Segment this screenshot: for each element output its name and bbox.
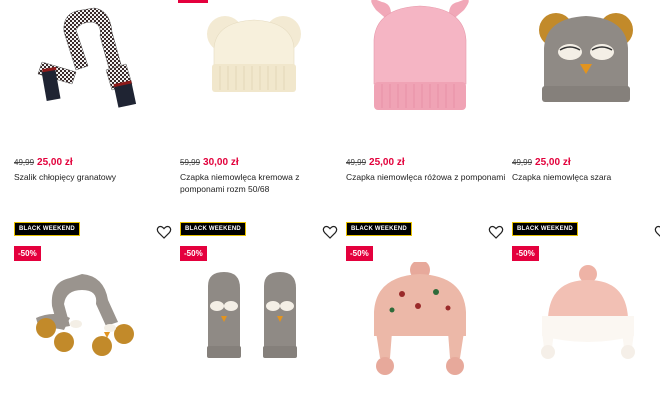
cream-hat-icon[interactable]	[180, 0, 330, 120]
discount-badge: -50%	[14, 246, 41, 261]
product-card[interactable]: BLACK WEEKEND -50%	[512, 222, 660, 400]
price: 59,99 30,00 zł	[180, 157, 239, 168]
black-weekend-badge: BLACK WEEKEND	[346, 222, 412, 236]
sale-price: 25,00 zł	[369, 157, 405, 168]
pink-white-hat-icon[interactable]	[512, 262, 660, 382]
discount-badge: -50%	[180, 246, 207, 261]
black-weekend-badge: BLACK WEEKEND	[14, 222, 80, 236]
owl-scarf-icon[interactable]	[14, 262, 164, 382]
sale-price: 25,00 zł	[37, 157, 73, 168]
black-weekend-badge: BLACK WEEKEND	[512, 222, 578, 236]
product-card[interactable]: 49,99 25,00 zł Szalik chłopięcy granatowy	[14, 0, 208, 200]
heart-icon[interactable]	[322, 224, 338, 240]
old-price: 49,99	[346, 158, 367, 167]
price: 49,99 25,00 zł	[346, 157, 405, 168]
owl-mittens-icon[interactable]	[180, 262, 330, 382]
black-weekend-badge: BLACK WEEKEND	[180, 222, 246, 236]
pink-earflap-hat-icon[interactable]	[346, 262, 496, 382]
discount-badge: -50%	[346, 246, 373, 261]
discount-badge: -50%	[512, 246, 539, 261]
heart-icon[interactable]	[488, 224, 504, 240]
old-price: 49,99	[14, 158, 35, 167]
pink-hat-icon[interactable]	[346, 0, 496, 120]
price: 49,99 25,00 zł	[512, 157, 571, 168]
heart-icon[interactable]	[654, 224, 660, 240]
product-card[interactable]: BLACK WEEKEND -50%	[180, 222, 338, 400]
product-card[interactable]: 59,99 30,00 zł Czapka niemowlęca kremowa …	[180, 0, 330, 200]
price: 49,99 25,00 zł	[14, 157, 73, 168]
product-name[interactable]: Szalik chłopięcy granatowy	[14, 171, 174, 183]
product-name[interactable]: Czapka niemowlęca szara	[512, 171, 660, 183]
sale-price: 25,00 zł	[535, 157, 571, 168]
old-price: 59,99	[180, 158, 201, 167]
scarf-icon[interactable]	[14, 0, 164, 120]
owl-hat-icon[interactable]	[512, 0, 660, 120]
sale-price: 30,00 zł	[203, 157, 239, 168]
product-card[interactable]: 49,99 25,00 zł Czapka niemowlęca różowa z…	[346, 0, 505, 200]
product-card[interactable]: 49,99 25,00 zł Czapka niemowlęca szara	[512, 0, 660, 200]
product-card[interactable]: BLACK WEEKEND -50%	[14, 222, 172, 400]
heart-icon[interactable]	[156, 224, 172, 240]
old-price: 49,99	[512, 158, 533, 167]
product-name[interactable]: Czapka niemowlęca kremowa z pomponami ro…	[180, 171, 340, 195]
product-card[interactable]: BLACK WEEKEND -50%	[346, 222, 504, 400]
product-name[interactable]: Czapka niemowlęca różowa z pomponami	[346, 171, 506, 183]
